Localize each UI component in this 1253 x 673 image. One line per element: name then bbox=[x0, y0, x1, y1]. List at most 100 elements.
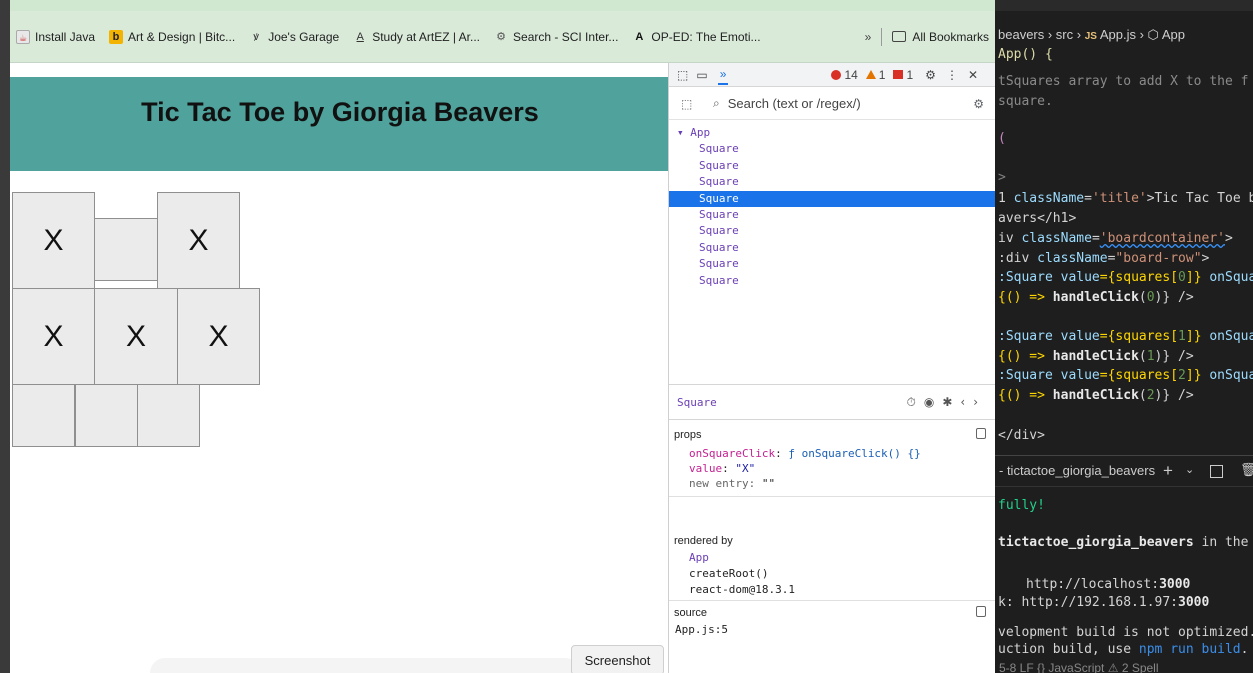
tree-item-app[interactable]: ▾ App bbox=[669, 125, 996, 141]
error-count: 14 bbox=[844, 67, 858, 82]
js-file-icon: JS bbox=[1084, 31, 1097, 42]
code-editor: beavers › src › JS App.js › ⬡ App App() … bbox=[995, 0, 1253, 673]
terminal-line: tictactoe_giorgia_beavers in the b bbox=[998, 535, 1253, 550]
tree-item-square-selected[interactable]: Square bbox=[669, 190, 996, 207]
source-link[interactable]: App.js:5 bbox=[675, 623, 728, 636]
square-4[interactable]: X bbox=[94, 288, 178, 385]
warning-count: 1 bbox=[878, 67, 886, 82]
tree-item-square[interactable]: Square bbox=[669, 223, 996, 239]
code-line: tSquares array to add X to the f bbox=[998, 74, 1249, 89]
device-toolbar-icon[interactable]: ▭ bbox=[696, 68, 707, 82]
devtools-toolbar: ⬚ ▭ » 14 1 1 ⚙⋮✕ bbox=[669, 63, 996, 87]
component-tree: ▾ App Square Square Square Square Square… bbox=[669, 125, 996, 289]
square-8[interactable] bbox=[137, 384, 200, 447]
joes-garage-icon: ꝟ bbox=[253, 30, 259, 43]
search-icon: ⌕ bbox=[713, 96, 720, 110]
prop-on-square-click[interactable]: onSquareClick: ƒ onSquareClick() {} bbox=[689, 447, 921, 460]
prop-value: "X" bbox=[735, 462, 756, 475]
bookmark-artez[interactable]: A Study at ArtEZ | Ar... bbox=[353, 30, 481, 44]
bookmark-label: OP-ED: The Emoti... bbox=[651, 29, 761, 44]
prop-value: ƒ onSquareClick() {} bbox=[788, 447, 921, 460]
code-line: {() => handleClick(1)} /> bbox=[998, 349, 1194, 364]
tree-item-square[interactable]: Square bbox=[669, 240, 996, 256]
square-7[interactable] bbox=[75, 384, 138, 447]
bookmark-label: Art & Design | Bitc... bbox=[128, 29, 236, 44]
inspect-element-icon[interactable]: ⬚ bbox=[677, 68, 688, 82]
artez-icon: A bbox=[356, 30, 364, 43]
timer-icon[interactable]: ⏱ bbox=[906, 395, 923, 409]
terminal-line: uction build, use npm run build. bbox=[998, 642, 1249, 657]
code-line: :Square value={squares[1]} onSqua bbox=[998, 329, 1253, 344]
trash-icon[interactable]: 🗑 bbox=[1240, 462, 1253, 478]
bookmark-label: Joe's Garage bbox=[268, 29, 340, 44]
terminal-line: k: http://192.168.1.97:3000 bbox=[998, 595, 1210, 610]
browser-tab-strip bbox=[10, 0, 995, 11]
tree-item-square[interactable]: Square bbox=[669, 141, 996, 157]
code-line: :div className="board-row"> bbox=[998, 251, 1210, 266]
all-bookmarks-button[interactable]: All Bookmarks bbox=[892, 30, 989, 44]
square-3[interactable]: X bbox=[12, 288, 95, 385]
more-tabs-button[interactable]: » bbox=[717, 64, 729, 85]
split-terminal-icon[interactable] bbox=[1210, 465, 1223, 478]
terminal-tab-bar: - tictactoe_giorgia_beavers + ⌄ 🗑 bbox=[995, 455, 1253, 487]
close-icon[interactable]: ✕ bbox=[968, 68, 988, 82]
tree-item-square[interactable]: Square bbox=[669, 273, 996, 289]
screenshot-toolbar bbox=[150, 658, 580, 673]
prop-key: new entry bbox=[689, 477, 749, 490]
terminal-line: velopment build is not optimized. bbox=[998, 625, 1253, 640]
bug-icon[interactable]: ✱ bbox=[942, 395, 960, 409]
error-icon bbox=[831, 69, 842, 80]
code-line: </div> bbox=[998, 428, 1045, 443]
square-0[interactable]: X bbox=[12, 192, 95, 289]
cube-icon: ⬡ bbox=[1147, 27, 1159, 42]
square-2[interactable]: X bbox=[157, 192, 240, 289]
bookmarks-divider bbox=[881, 27, 883, 46]
new-terminal-icon[interactable]: + bbox=[1163, 461, 1173, 481]
breadcrumb-path[interactable]: beavers › src › bbox=[998, 27, 1081, 42]
square-6[interactable] bbox=[12, 384, 75, 447]
app-page: Tic Tac Toe by Giorgia Beavers X X X X X… bbox=[10, 63, 668, 673]
bookmark-install-java[interactable]: ☕ Install Java bbox=[16, 29, 95, 44]
rendered-by-header: rendered by bbox=[674, 535, 733, 547]
code-line: :Square value={squares[2]} onSqua bbox=[998, 368, 1253, 383]
breadcrumb-file[interactable]: App.js › bbox=[1100, 27, 1144, 42]
more-options-icon[interactable]: ⋮ bbox=[946, 68, 968, 82]
gear-icon[interactable]: ⚙ bbox=[973, 97, 984, 111]
terminal-tab-label[interactable]: - tictactoe_giorgia_beavers bbox=[999, 463, 1155, 478]
tree-item-square[interactable]: Square bbox=[669, 174, 996, 190]
bookmark-art-design[interactable]: b Art & Design | Bitc... bbox=[109, 29, 236, 44]
square-5[interactable]: X bbox=[177, 288, 260, 385]
copy-icon[interactable] bbox=[976, 606, 986, 617]
bookmark-op-ed[interactable]: A OP-ED: The Emoti... bbox=[632, 30, 760, 44]
warning-icon bbox=[865, 70, 876, 79]
copy-icon[interactable] bbox=[976, 428, 986, 439]
settings-icon[interactable]: ⚙ bbox=[925, 68, 946, 82]
prop-key: onSquareClick bbox=[689, 447, 776, 460]
prop-value-row[interactable]: value: "X" bbox=[689, 462, 755, 475]
source-header: source bbox=[674, 607, 708, 619]
terminal-line: http://localhost:3000 bbox=[1026, 577, 1191, 592]
tree-item-square[interactable]: Square bbox=[669, 158, 996, 174]
code-icon[interactable]: ‹› bbox=[960, 395, 986, 409]
code-line: 1 className='title'>Tic Tac Toe b bbox=[998, 191, 1253, 206]
devtools-controls: ⚙⋮✕ bbox=[925, 68, 988, 82]
tree-item-square[interactable]: Square bbox=[669, 207, 996, 223]
breadcrumb-function[interactable]: App bbox=[1162, 27, 1185, 42]
select-element-icon[interactable]: ⬚ bbox=[681, 97, 699, 111]
prop-new-entry[interactable]: new entry: "" bbox=[689, 477, 775, 490]
eye-icon[interactable]: ◉ bbox=[924, 395, 942, 409]
issue-counters[interactable]: 14 1 1 bbox=[831, 68, 913, 82]
square-1[interactable] bbox=[94, 218, 158, 281]
chevron-down-icon[interactable]: ⌄ bbox=[1185, 463, 1194, 476]
editor-tab-strip bbox=[995, 0, 1253, 11]
search-input[interactable]: Search (text or /regex/) bbox=[728, 96, 861, 111]
props-header: props bbox=[674, 429, 702, 441]
selected-component-header: Square ⏱◉✱‹› bbox=[669, 384, 996, 420]
bookmark-joes-garage[interactable]: ꝟ Joe's Garage bbox=[249, 30, 339, 44]
rendered-by-item[interactable]: App bbox=[689, 551, 709, 564]
tree-item-square[interactable]: Square bbox=[669, 256, 996, 272]
more-bookmarks-button[interactable]: » bbox=[865, 30, 872, 44]
opa-icon: A bbox=[635, 30, 644, 43]
bookmark-sci[interactable]: ⚙ Search - SCI Inter... bbox=[494, 30, 618, 44]
code-line: {() => handleClick(2)} /> bbox=[998, 388, 1194, 403]
